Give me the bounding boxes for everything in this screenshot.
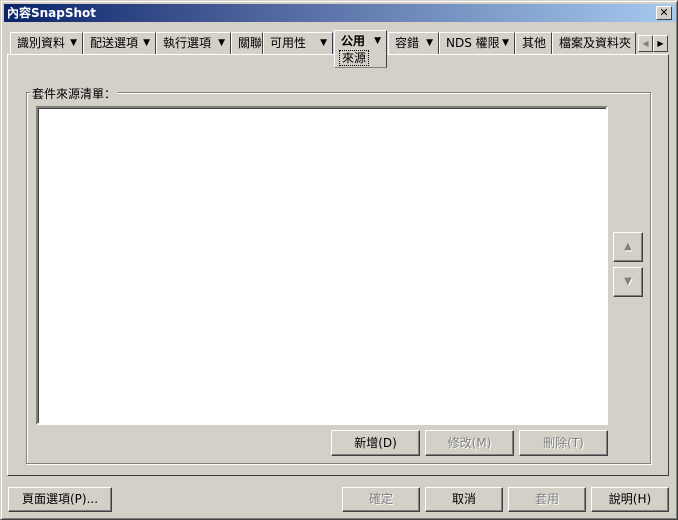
- chevron-down-icon: ▼: [502, 38, 509, 48]
- close-button[interactable]: ✕: [656, 6, 672, 20]
- tab-scroll-left-button[interactable]: ◀: [638, 35, 653, 52]
- page-options-button[interactable]: 頁面選項(P)...: [8, 487, 112, 512]
- tab-nds-rights[interactable]: NDS 權限 ▼: [439, 32, 515, 54]
- tab-run-options[interactable]: 執行選項 ▼: [156, 32, 231, 54]
- package-sources-list[interactable]: [36, 106, 608, 425]
- chevron-down-icon: ▼: [143, 38, 150, 48]
- chevron-down-icon: ▼: [374, 36, 381, 46]
- chevron-down-icon: ▼: [70, 38, 77, 48]
- add-button[interactable]: 新增(D): [331, 430, 420, 456]
- tab-availability[interactable]: 可用性 ▼: [263, 32, 333, 54]
- apply-button[interactable]: 套用: [508, 487, 586, 512]
- move-down-button[interactable]: ▼: [613, 267, 643, 297]
- cancel-button[interactable]: 取消: [425, 487, 503, 512]
- tab-scroll-right-button[interactable]: ▶: [653, 35, 668, 52]
- move-up-button[interactable]: ▲: [613, 232, 643, 262]
- help-button[interactable]: 說明(H): [591, 487, 669, 512]
- tab-associations[interactable]: 關聯: [231, 32, 263, 54]
- modify-button[interactable]: 修改(M): [425, 430, 514, 456]
- tab-fault-tolerance[interactable]: 容錯 ▼: [388, 32, 439, 54]
- tab-distribution-options[interactable]: 配送選項 ▼: [83, 32, 156, 54]
- tab-common[interactable]: 公用 ▼ 來源: [334, 30, 387, 68]
- window-title: 內容SnapShot: [7, 6, 97, 20]
- subtab-sources[interactable]: 來源: [339, 50, 370, 66]
- title-bar: 內容SnapShot ✕: [4, 4, 676, 22]
- package-sources-label: 套件來源清單：: [30, 85, 119, 102]
- ok-button[interactable]: 確定: [342, 487, 420, 512]
- chevron-down-icon: ▼: [218, 38, 225, 48]
- chevron-down-icon: ▼: [426, 38, 433, 48]
- tab-other[interactable]: 其他: [515, 32, 552, 54]
- tab-identification[interactable]: 識別資料 ▼: [10, 32, 83, 54]
- delete-button[interactable]: 刪除(T): [519, 430, 608, 456]
- tab-files-folders[interactable]: 檔案及資料夾: [552, 32, 636, 54]
- chevron-down-icon: ▼: [320, 38, 327, 48]
